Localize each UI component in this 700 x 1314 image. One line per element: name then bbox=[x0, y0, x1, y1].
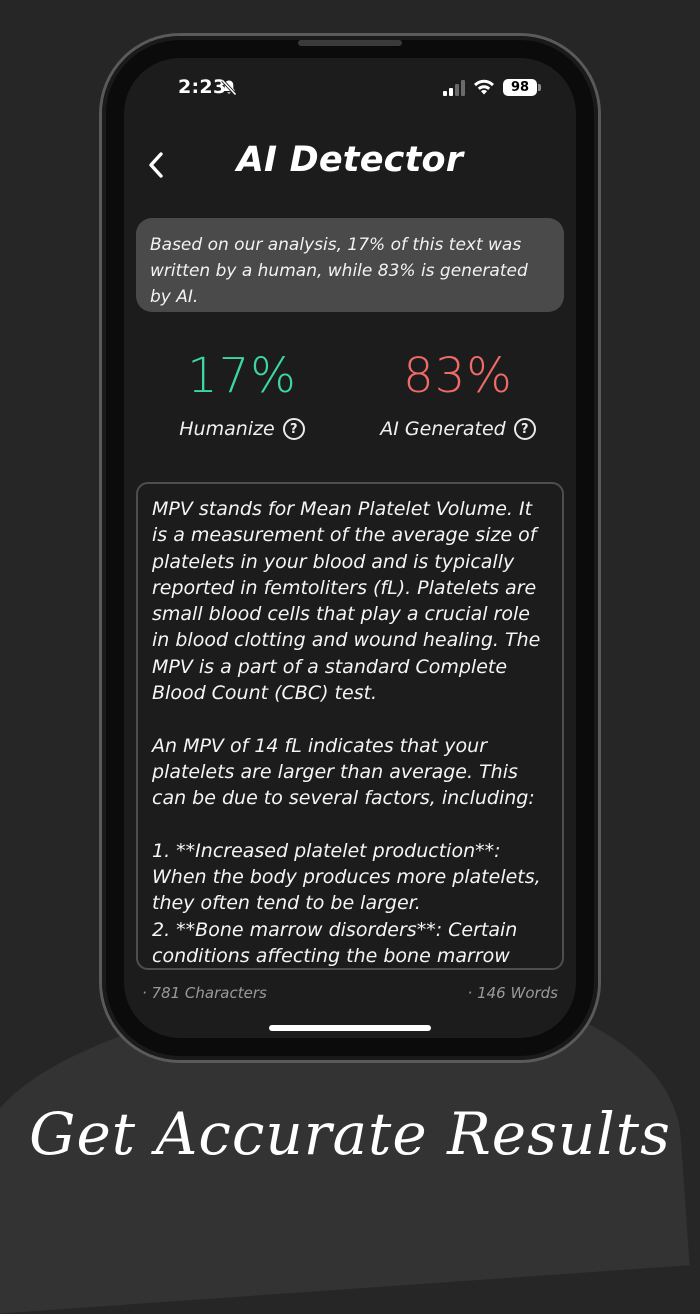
question-circle-icon[interactable]: ? bbox=[282, 418, 305, 440]
ai-score-label: AI Generated ? bbox=[358, 418, 558, 440]
analysis-summary: Based on our analysis, 17% of this text … bbox=[136, 218, 564, 312]
wifi-icon bbox=[474, 79, 494, 95]
ai-score-value: 83% bbox=[403, 348, 513, 404]
phone-speaker bbox=[298, 40, 402, 46]
bell-slash-icon bbox=[221, 79, 237, 96]
status-bar: 2:23 98 bbox=[124, 58, 576, 118]
character-count: · 781 Characters bbox=[142, 984, 267, 1002]
human-score-value: 17% bbox=[187, 348, 297, 404]
analyzed-text[interactable]: MPV stands for Mean Platelet Volume. It … bbox=[136, 482, 564, 970]
ai-label-text: AI Generated bbox=[380, 418, 506, 440]
human-score-label: Humanize ? bbox=[142, 418, 342, 440]
home-indicator[interactable] bbox=[269, 1025, 431, 1031]
word-count: · 146 Words bbox=[467, 984, 558, 1002]
battery-indicator: 98 bbox=[503, 79, 537, 96]
signal-icon bbox=[443, 80, 465, 96]
human-score: 17% Humanize ? bbox=[142, 346, 342, 440]
ai-score: 83% AI Generated ? bbox=[358, 346, 558, 440]
battery-tip bbox=[538, 84, 541, 91]
promo-tagline: Get Accurate Results bbox=[29, 1100, 671, 1168]
question-circle-icon[interactable]: ? bbox=[513, 418, 536, 440]
page-title: AI Detector bbox=[236, 140, 464, 180]
phone-screen: 2:23 98 AI Detector Based on our analysi… bbox=[124, 58, 576, 1038]
human-label-text: Humanize bbox=[179, 418, 275, 440]
status-time: 2:23 bbox=[178, 76, 227, 98]
